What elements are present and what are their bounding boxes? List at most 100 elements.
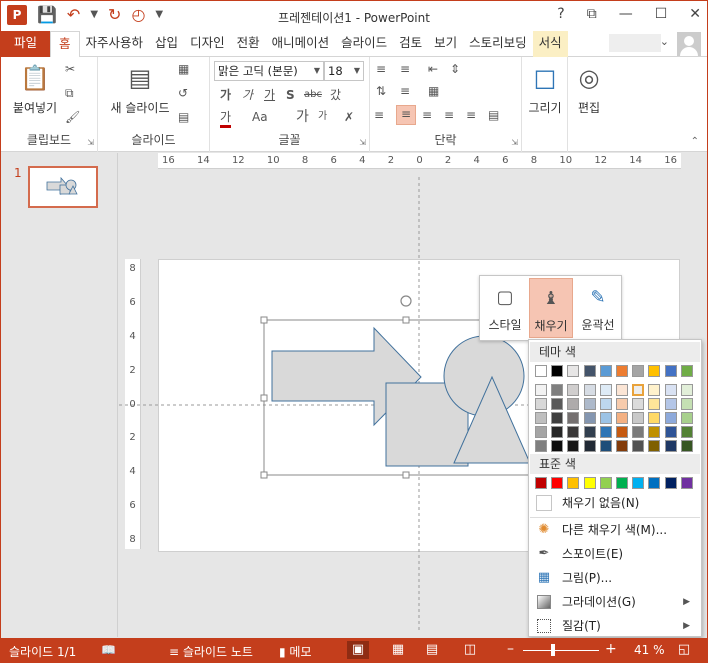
zoom-in-button[interactable]: + [605,641,617,657]
theme-color-shade-swatch[interactable] [599,440,612,452]
theme-color-shade-swatch[interactable] [567,384,580,396]
theme-color-shade-swatch[interactable] [632,398,645,410]
zoom-level[interactable]: 41 % [634,643,665,657]
theme-color-swatch[interactable] [535,365,547,377]
standard-colors-heading: 표준 색 [530,454,700,474]
theme-color-shade-swatch[interactable] [632,384,645,396]
theme-color-shade-swatch[interactable] [567,398,580,410]
zoom-out-button[interactable]: – [507,641,514,657]
shape-outline-button[interactable]: ✎ 윤곽선 [576,278,620,338]
theme-color-shade-swatch[interactable] [599,384,612,396]
theme-color-shade-swatch[interactable] [551,426,564,438]
theme-color-shade-swatch[interactable] [551,398,564,410]
gradient-icon [537,595,551,609]
theme-color-shade-swatch[interactable] [616,412,628,424]
standard-color-swatch[interactable] [632,477,645,489]
theme-color-swatch[interactable] [599,365,612,377]
theme-color-shade-swatch[interactable] [551,440,564,452]
standard-color-swatch[interactable] [680,477,693,489]
theme-color-shade-swatch[interactable] [648,412,661,424]
reading-view-icon[interactable]: ▤ [421,641,443,659]
theme-color-shade-swatch[interactable] [632,426,645,438]
shape-style-button[interactable]: ▢ 스타일 [483,278,527,338]
more-fill-colors-item[interactable]: ✺ 다른 채우기 색(M)... [530,518,700,542]
theme-color-shade-swatch[interactable] [616,426,628,438]
comments-toggle[interactable]: ▮ 메모 [279,643,312,660]
slideshow-view-icon[interactable]: ◫ [459,641,481,659]
theme-color-shade-swatch[interactable] [616,384,628,396]
color-wheel-icon: ✺ [538,522,550,537]
theme-color-swatch[interactable] [567,365,580,377]
theme-color-swatch[interactable] [551,365,564,377]
texture-fill-item[interactable]: 질감(T) ▶ [530,614,700,638]
theme-color-shade-swatch[interactable] [680,384,693,396]
outline-label: 윤곽선 [581,318,615,332]
eyedropper-item[interactable]: ✒ 스포이트(E) [530,542,700,566]
theme-color-swatch[interactable] [648,365,661,377]
shape-fill-button[interactable]: ♝ 채우기 [529,278,573,338]
theme-color-shade-swatch[interactable] [567,412,580,424]
standard-color-swatch[interactable] [567,477,580,489]
theme-color-shade-swatch[interactable] [599,426,612,438]
style-icon: ▢ [496,286,514,308]
theme-color-shade-swatch[interactable] [567,440,580,452]
theme-color-shade-swatch[interactable] [599,398,612,410]
theme-color-shade-swatch[interactable] [664,426,677,438]
theme-color-shade-swatch[interactable] [551,412,564,424]
theme-color-shade-swatch[interactable] [664,384,677,396]
theme-color-shade-swatch[interactable] [583,426,596,438]
standard-color-swatch[interactable] [535,477,547,489]
standard-color-swatch[interactable] [599,477,612,489]
theme-color-shade-swatch[interactable] [616,398,628,410]
theme-color-shade-swatch[interactable] [632,412,645,424]
theme-color-shade-swatch[interactable] [680,426,693,438]
theme-color-shade-swatch[interactable] [535,440,547,452]
theme-color-swatch[interactable] [680,365,693,377]
rotate-handle-icon[interactable] [400,295,412,307]
theme-color-swatch[interactable] [583,365,596,377]
standard-color-swatch[interactable] [616,477,628,489]
theme-color-shade-swatch[interactable] [632,440,645,452]
notes-toggle[interactable]: ≡ 슬라이드 노트 [169,643,253,660]
zoom-slider[interactable] [523,650,599,651]
theme-color-swatch[interactable] [632,365,645,377]
theme-color-shade-swatch[interactable] [535,384,547,396]
theme-color-shade-swatch[interactable] [648,426,661,438]
theme-color-shade-swatch[interactable] [599,412,612,424]
fit-slide-icon[interactable]: ◱ [673,641,695,659]
picture-fill-item[interactable]: ▦ 그림(P)... [530,566,700,590]
theme-color-shade-swatch[interactable] [535,426,547,438]
theme-color-shade-swatch[interactable] [680,412,693,424]
theme-color-shade-swatch[interactable] [583,412,596,424]
theme-color-shade-swatch[interactable] [680,398,693,410]
notes-label: 슬라이드 노트 [182,645,253,659]
theme-color-shade-swatch[interactable] [583,398,596,410]
theme-color-shade-swatch[interactable] [567,426,580,438]
theme-color-shade-swatch[interactable] [664,440,677,452]
theme-color-shade-swatch[interactable] [648,440,661,452]
zoom-slider-thumb[interactable] [551,644,556,656]
theme-color-swatch[interactable] [616,365,628,377]
theme-color-shade-swatch[interactable] [583,384,596,396]
standard-color-swatch[interactable] [551,477,564,489]
theme-color-shade-swatch[interactable] [535,398,547,410]
spell-check-icon[interactable]: 📖 [101,643,116,657]
theme-color-shade-swatch[interactable] [551,384,564,396]
theme-color-shade-swatch[interactable] [583,440,596,452]
theme-color-shade-swatch[interactable] [664,412,677,424]
theme-color-shade-swatch[interactable] [648,398,661,410]
theme-color-shade-swatch[interactable] [535,412,547,424]
no-fill-item[interactable]: 채우기 없음(N) [530,491,700,515]
standard-color-swatch[interactable] [664,477,677,489]
theme-color-shade-swatch[interactable] [616,440,628,452]
standard-color-swatch[interactable] [583,477,596,489]
standard-color-swatch[interactable] [648,477,661,489]
pen-outline-icon: ✎ [590,286,606,308]
normal-view-icon[interactable]: ▣ [347,641,369,659]
gradient-fill-item[interactable]: 그라데이션(G) ▶ [530,590,700,614]
theme-color-shade-swatch[interactable] [648,384,661,396]
theme-color-shade-swatch[interactable] [664,398,677,410]
theme-color-shade-swatch[interactable] [680,440,693,452]
slide-sorter-view-icon[interactable]: ▦ [387,641,409,659]
theme-color-swatch[interactable] [664,365,677,377]
